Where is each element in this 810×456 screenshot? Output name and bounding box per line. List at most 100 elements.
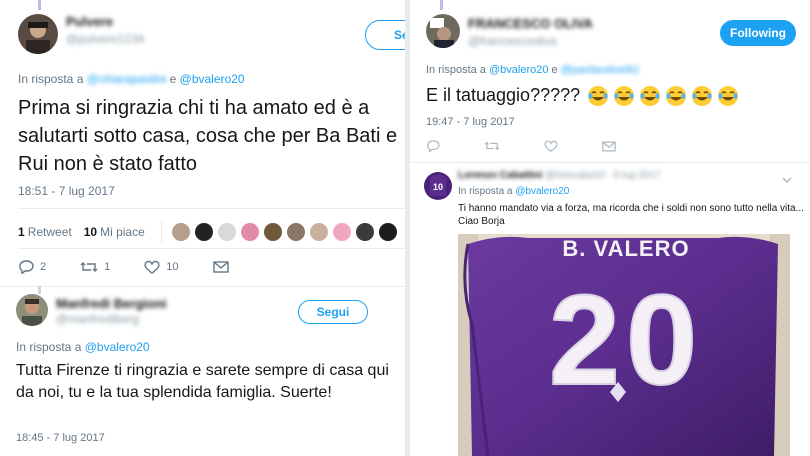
liker-avatar[interactable] [171,223,190,241]
follow-button[interactable]: Segui [298,300,368,324]
retweet-label[interactable]: Retweet [28,225,72,239]
tweet-actions: 2 1 10 [18,260,253,274]
retweet-icon [484,141,500,151]
tweet-text-line: Ciao Borja [458,216,505,227]
display-name[interactable]: Lorenzo Cabattini [458,170,542,181]
user-handle[interactable]: @pulvere1234 [66,32,144,46]
like-label[interactable]: Mi piace [100,225,145,239]
like-button[interactable]: 10 [144,260,179,274]
envelope-icon [212,261,229,273]
timestamp[interactable]: 18:45 - 7 lug 2017 [16,432,105,444]
reply-prefix: In risposta a [18,72,84,86]
reply-link[interactable]: @bvalero20 [515,186,569,197]
display-name[interactable]: FRANCESCO OLIVA [468,16,593,31]
divider [410,162,810,163]
following-label: Following [730,26,786,40]
follow-label: Segui [316,305,350,319]
tweet-text: Prima si ringrazia chi ti ha amato ed è … [18,97,398,175]
heart-icon [544,140,558,152]
thread-line [38,286,41,294]
emoji-row [587,85,743,107]
divider [0,286,405,287]
jersey-name: B. VALERO [562,236,689,261]
liker-avatar[interactable] [194,223,213,241]
reply-link[interactable]: @bvalero20 [180,72,245,86]
reply-button[interactable]: 2 [18,260,46,274]
crying-laughing-emoji-icon [614,86,635,107]
tweet-text: E il tatuaggio????? [426,82,806,108]
retweet-count: 1 [18,225,25,239]
crying-laughing-emoji-icon [640,86,661,107]
display-name[interactable]: Pulvere [66,14,113,29]
like-count: 10 [83,225,98,239]
liker-avatar[interactable] [309,223,328,241]
tweet-date[interactable]: · 8 lug 2017 [608,170,661,181]
reply-link[interactable]: @bvalero20 [85,340,150,354]
chevron-down-icon[interactable] [782,176,792,184]
retweet-action-count: 1 [104,261,111,273]
liker-avatar[interactable] [355,223,374,241]
user-handle[interactable]: @lorecaba10 [545,170,605,181]
right-panel: FRANCESCO OLIVA @francescooliva Followin… [410,0,810,456]
display-name[interactable]: Manfredi Bergioni [56,296,167,311]
reply-link[interactable]: @bvalero20 [489,64,548,76]
avatar[interactable] [16,294,48,326]
user-handle[interactable]: @manfrediberg [56,312,139,326]
liker-avatar[interactable] [378,223,397,241]
reply-prefix: In risposta a [426,64,486,76]
user-meta: Lorenzo Cabattini @lorecaba10 · 8 lug 20… [458,170,660,181]
reply-context: In risposta a @bvalero20 [458,186,569,197]
avatar[interactable] [18,14,58,54]
thread-line [440,0,443,10]
tweet-text: Tutta Firenze ti ringrazia e sarete semp… [16,362,389,401]
crying-laughing-emoji-icon [718,86,739,107]
retweet-button[interactable] [484,140,506,152]
reply-icon [427,140,440,152]
left-panel: Pulvere @pulvere1234 Se In risposta a @c… [0,0,405,456]
liker-avatar[interactable] [286,223,305,241]
reply-prefix: In risposta a [458,186,513,197]
divider [18,208,405,209]
dm-button[interactable] [212,261,235,273]
timestamp[interactable]: 19:47 - 7 lug 2017 [426,116,515,128]
liker-avatar[interactable] [240,223,259,241]
avatar-number: 10 [433,182,443,192]
reply-button[interactable] [426,140,446,152]
crying-laughing-emoji-icon [666,86,687,107]
reply-icon [19,260,34,274]
timestamp[interactable]: 18:51 - 7 lug 2017 [18,184,115,198]
reply-count: 2 [40,261,47,273]
retweet-icon [80,262,98,272]
likers-list [160,220,402,244]
follow-button[interactable]: Se [365,20,405,50]
divider [18,248,405,249]
reply-context: In risposta a @bvalero20 e @paolacelosi9… [426,64,639,76]
like-button[interactable] [544,140,564,152]
liker-avatar[interactable] [332,223,351,241]
tweet-image[interactable]: B. VALERO 20 [458,234,790,456]
retweet-button[interactable]: 1 [80,260,110,274]
reply-context: In risposta a @bvalero20 [16,340,150,354]
heart-icon [144,260,160,274]
reply-context: In risposta a @chiarapaolini e @bvalero2… [18,72,245,86]
reply-prefix: In risposta a [16,340,82,354]
tweet-text: Ti hanno mandato via a forza, ma ricorda… [458,202,808,228]
jersey-number: 20 [549,269,703,412]
tweet-actions [426,140,640,152]
dm-button[interactable] [602,141,622,152]
reply-link-blurred[interactable]: @chiarapaolini [87,72,167,86]
liker-avatar[interactable] [263,223,282,241]
tweet-text-body: E il tatuaggio????? [426,85,581,105]
liker-avatar[interactable] [217,223,236,241]
tweet-text-line: Ti hanno mandato via a forza, ma ricorda… [458,203,804,214]
crying-laughing-emoji-icon [692,86,713,107]
user-handle[interactable]: @francescooliva [468,34,557,48]
envelope-icon [602,141,616,151]
reply-link-blurred[interactable]: @paolacelosi92 [561,64,639,76]
reply-and: e [551,64,558,76]
avatar[interactable] [426,14,460,48]
avatar[interactable]: 10 [424,172,452,200]
crying-laughing-emoji-icon [588,86,609,107]
following-button[interactable]: Following [720,20,796,46]
like-action-count: 10 [166,261,179,273]
